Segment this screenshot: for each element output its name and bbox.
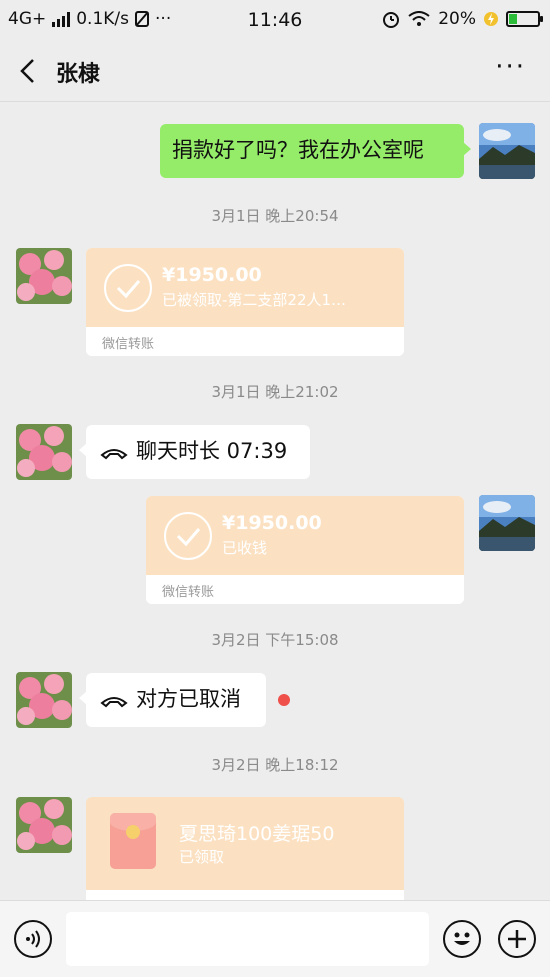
call-record-bubble[interactable]: 对方已取消 xyxy=(79,673,266,727)
red-packet-title: 夏思琦100姜琚50 xyxy=(179,823,335,845)
avatar-contact[interactable] xyxy=(16,248,72,304)
plus-icon xyxy=(508,930,526,948)
check-circle-icon xyxy=(104,264,152,312)
wifi-icon xyxy=(408,11,430,26)
avatar-contact[interactable] xyxy=(16,672,72,728)
emoji-button[interactable] xyxy=(443,920,481,958)
message-input[interactable] xyxy=(66,912,429,966)
transfer-card-body: ¥1950.00 已收钱 xyxy=(146,496,464,575)
transfer-label: 微信转账 xyxy=(86,327,404,356)
message-bubble-self[interactable]: 捐款好了吗？我在办公室呢 xyxy=(160,124,471,178)
call-cancelled-text: 对方已取消 xyxy=(136,687,241,711)
input-bar xyxy=(0,900,550,977)
status-right: 20% xyxy=(382,9,543,29)
more-options-button[interactable]: ··· xyxy=(495,54,526,80)
transfer-amount: ¥1950.00 xyxy=(162,264,262,286)
charging-icon xyxy=(484,12,498,26)
chat-title: 张棣 xyxy=(56,62,101,87)
unread-dot xyxy=(278,694,290,706)
avatar-roses-image xyxy=(16,797,72,853)
phone-hangup-icon xyxy=(100,697,128,708)
avatar-roses-image xyxy=(16,424,72,480)
phone-hangup-icon xyxy=(100,449,128,460)
avatar-contact[interactable] xyxy=(16,424,72,480)
chevron-left-icon xyxy=(20,59,34,83)
avatar-self[interactable] xyxy=(479,495,535,551)
transfer-label: 微信转账 xyxy=(146,575,464,604)
voice-input-button[interactable] xyxy=(14,920,52,958)
transfer-card-received[interactable]: ¥1950.00 已被领取-第二支部22人1… 微信转账 xyxy=(86,248,404,356)
timestamp: 3月2日 下午15:08 xyxy=(211,631,339,649)
battery-icon xyxy=(506,11,543,27)
check-circle-icon xyxy=(164,512,212,560)
avatar-landscape-image xyxy=(479,123,535,179)
red-packet-status: 已领取 xyxy=(179,848,225,866)
transfer-amount: ¥1950.00 xyxy=(222,512,322,534)
chat-header: 张棣 ··· xyxy=(0,40,550,102)
status-bar: 4G+ 0.1K/s ··· 11:46 20% xyxy=(0,0,550,40)
timestamp: 3月2日 晚上18:12 xyxy=(211,756,339,774)
red-packet-card[interactable]: 夏思琦100姜琚50 已领取 xyxy=(86,797,404,902)
more-functions-button[interactable] xyxy=(498,920,536,958)
red-envelope-icon xyxy=(110,813,156,869)
battery-percent: 20% xyxy=(438,9,476,29)
message-text: 捐款好了吗？我在办公室呢 xyxy=(172,138,424,162)
transfer-card-body: ¥1950.00 已被领取-第二支部22人1… xyxy=(86,248,404,327)
avatar-roses-image xyxy=(16,672,72,728)
avatar-landscape-image xyxy=(479,495,535,551)
transfer-card-sent[interactable]: ¥1950.00 已收钱 微信转账 xyxy=(146,496,464,604)
avatar-contact[interactable] xyxy=(16,797,72,853)
smiley-icon xyxy=(454,932,470,945)
back-button[interactable] xyxy=(14,56,44,86)
transfer-description: 已收钱 xyxy=(222,539,268,557)
avatar-self[interactable] xyxy=(479,123,535,179)
call-record-bubble[interactable]: 聊天时长 07:39 xyxy=(79,425,310,479)
call-duration-text: 聊天时长 07:39 xyxy=(136,439,288,463)
timestamp: 3月1日 晚上21:02 xyxy=(211,383,339,401)
alarm-icon xyxy=(383,12,400,28)
avatar-roses-image xyxy=(16,248,72,304)
transfer-description: 已被领取-第二支部22人1… xyxy=(162,291,347,309)
voice-icon xyxy=(26,930,40,948)
timestamp: 3月1日 晚上20:54 xyxy=(211,207,339,225)
